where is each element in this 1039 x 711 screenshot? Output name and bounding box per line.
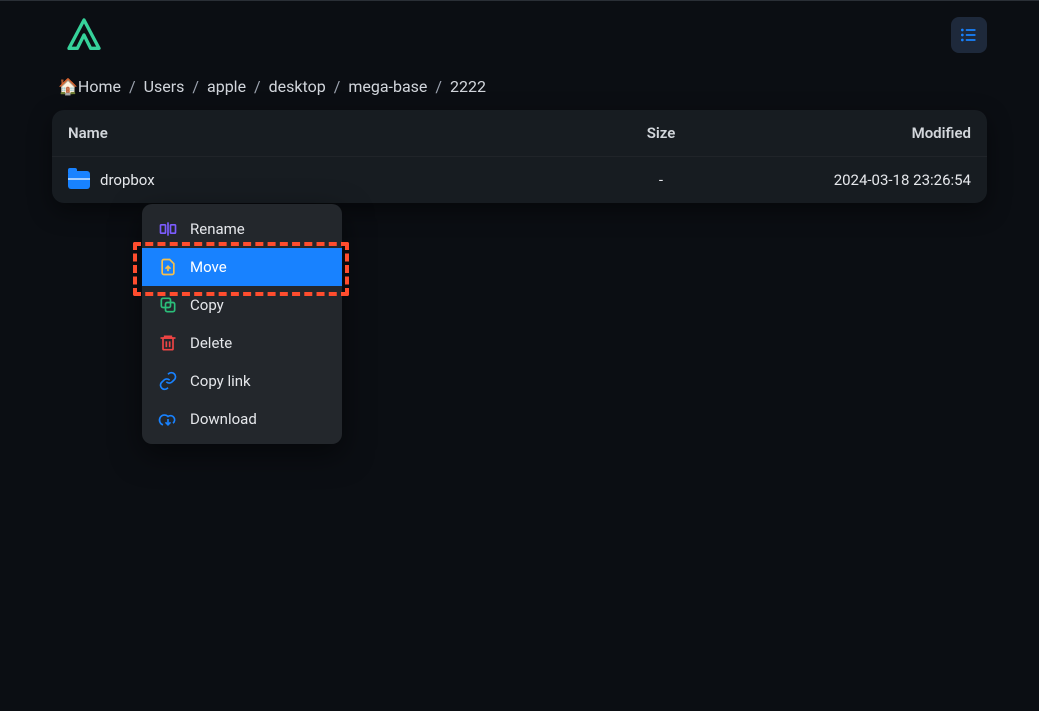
breadcrumb: 🏠Home / Users / apple / desktop / mega-b… — [0, 55, 1039, 110]
list-icon — [959, 25, 979, 45]
menu-label: Copy link — [190, 372, 251, 390]
breadcrumb-item-megabase[interactable]: mega-base — [348, 77, 427, 96]
app-logo[interactable] — [64, 15, 104, 55]
breadcrumb-separator: / — [129, 77, 136, 96]
context-menu: Rename Move Copy Delete — [142, 204, 342, 444]
home-icon: 🏠 — [58, 77, 78, 96]
column-header-modified[interactable]: Modified — [731, 124, 971, 142]
delete-icon — [158, 333, 178, 353]
file-modified: 2024-03-18 23:26:54 — [731, 171, 971, 189]
column-header-size[interactable]: Size — [591, 124, 731, 142]
rename-icon — [158, 219, 178, 239]
menu-label: Delete — [190, 334, 232, 352]
download-icon — [158, 409, 178, 429]
breadcrumb-item-users[interactable]: Users — [144, 77, 185, 96]
context-menu-copylink[interactable]: Copy link — [142, 362, 342, 400]
copy-icon — [158, 295, 178, 315]
menu-label: Copy — [190, 296, 224, 314]
breadcrumb-separator: / — [435, 77, 442, 96]
breadcrumb-separator: / — [334, 77, 341, 96]
menu-label: Rename — [190, 220, 245, 238]
breadcrumb-item-current: 2222 — [450, 77, 486, 96]
link-icon — [158, 371, 178, 391]
file-size: - — [591, 171, 731, 189]
file-name: dropbox — [100, 171, 155, 189]
view-toggle-button[interactable] — [951, 17, 987, 53]
breadcrumb-item-apple[interactable]: apple — [207, 77, 246, 96]
file-table: Name Size Modified dropbox - 2024-03-18 … — [52, 110, 987, 203]
context-menu-download[interactable]: Download — [142, 400, 342, 438]
context-menu-delete[interactable]: Delete — [142, 324, 342, 362]
breadcrumb-item-desktop[interactable]: desktop — [269, 77, 326, 96]
context-menu-rename[interactable]: Rename — [142, 210, 342, 248]
folder-icon — [68, 171, 90, 189]
breadcrumb-home[interactable]: 🏠Home — [58, 77, 121, 96]
menu-label: Move — [190, 258, 227, 276]
breadcrumb-separator: / — [192, 77, 199, 96]
move-icon — [158, 257, 178, 277]
column-header-name[interactable]: Name — [68, 124, 591, 142]
context-menu-copy[interactable]: Copy — [142, 286, 342, 324]
context-menu-move[interactable]: Move — [142, 248, 342, 286]
table-row[interactable]: dropbox - 2024-03-18 23:26:54 — [52, 156, 987, 203]
menu-label: Download — [190, 410, 257, 428]
breadcrumb-separator: / — [254, 77, 261, 96]
